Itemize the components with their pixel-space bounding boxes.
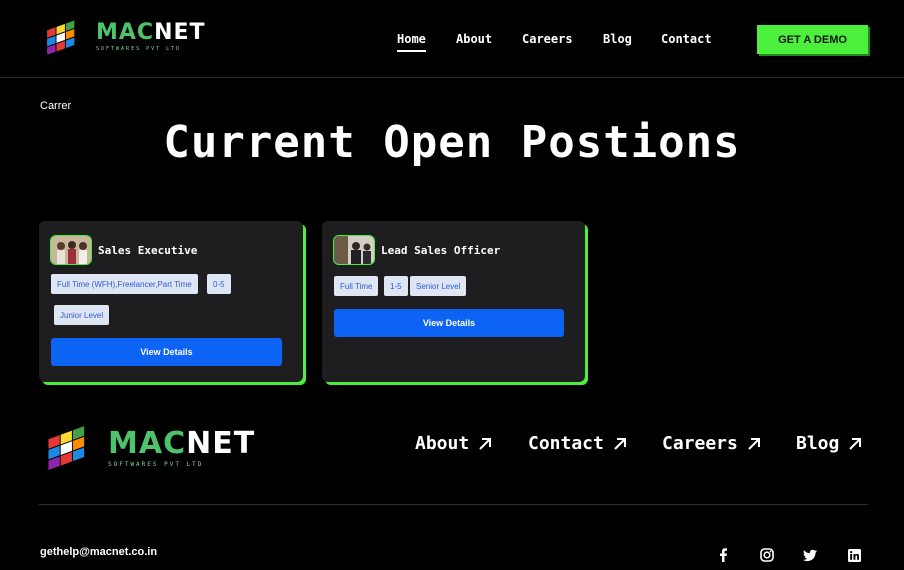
job-title: Sales Executive [98,244,198,257]
site-header: MACNET SOFTWARES PVT LTD Home About Care… [0,0,904,78]
job-type-tag: Full Time [334,276,379,296]
job-avatar [50,235,92,265]
job-card: Sales Executive Full Time (WFH),Freelanc… [39,221,303,382]
footer-link-label: About [415,433,470,454]
page-title: Current Open Postions [163,117,741,168]
brand-name-part2: NET [186,425,256,461]
brand-tagline: SOFTWARES PVT LTD [96,46,182,52]
logo-mark-icon [47,20,75,54]
brand-logo[interactable]: MACNET SOFTWARES PVT LTD [40,20,206,54]
footer-link-blog[interactable]: Blog [796,433,863,454]
team-photo-icon [51,236,91,264]
brand-name-part1: MAC [96,20,155,45]
footer-link-label: Contact [528,433,604,454]
footer-link-label: Careers [662,433,738,454]
arrow-up-right-icon [748,437,760,450]
contact-email[interactable]: gethelp@macnet.co.in [40,546,157,558]
experience-tag: 0-5 [207,274,231,294]
brand-name-part1: MAC [108,425,187,461]
level-tag: Junior Level [54,305,110,325]
footer-brand-logo[interactable]: MACNET SOFTWARES PVT LTD [40,425,255,471]
nav-about[interactable]: About [456,32,492,46]
arrow-up-right-icon [614,437,626,450]
footer-link-label: Blog [796,433,840,454]
twitter-icon[interactable] [803,548,817,562]
arrow-up-right-icon [849,437,862,450]
job-card: Lead Sales Officer Full Time 1-5 Senior … [322,221,585,382]
level-tag: Senior Level [410,276,467,296]
job-type-tag: Full Time (WFH),Freelancer,Part Time [51,274,198,294]
view-details-button[interactable]: View Details [334,309,564,337]
nav-home[interactable]: Home [397,32,426,52]
instagram-icon[interactable] [760,548,774,562]
footer-divider [39,504,868,505]
footer-link-about[interactable]: About [415,433,493,454]
brand-name-part2: NET [154,20,206,45]
breadcrumb[interactable]: Carrer [40,100,71,112]
nav-blog[interactable]: Blog [603,32,632,46]
team-photo-icon [334,236,374,264]
linkedin-icon[interactable] [847,548,861,562]
footer-link-careers[interactable]: Careers [662,433,762,454]
brand-tagline: SOFTWARES PVT LTD [108,460,204,468]
arrow-up-right-icon [479,437,492,450]
job-avatar [333,235,375,265]
get-demo-button[interactable]: GET A DEMO [757,25,868,54]
nav-contact[interactable]: Contact [661,32,712,46]
view-details-button[interactable]: View Details [51,338,282,366]
experience-tag: 1-5 [384,276,408,296]
footer-link-contact[interactable]: Contact [528,433,628,454]
facebook-icon[interactable] [716,548,730,562]
job-title: Lead Sales Officer [381,244,501,257]
nav-careers[interactable]: Careers [522,32,573,46]
logo-mark-icon [48,426,85,471]
